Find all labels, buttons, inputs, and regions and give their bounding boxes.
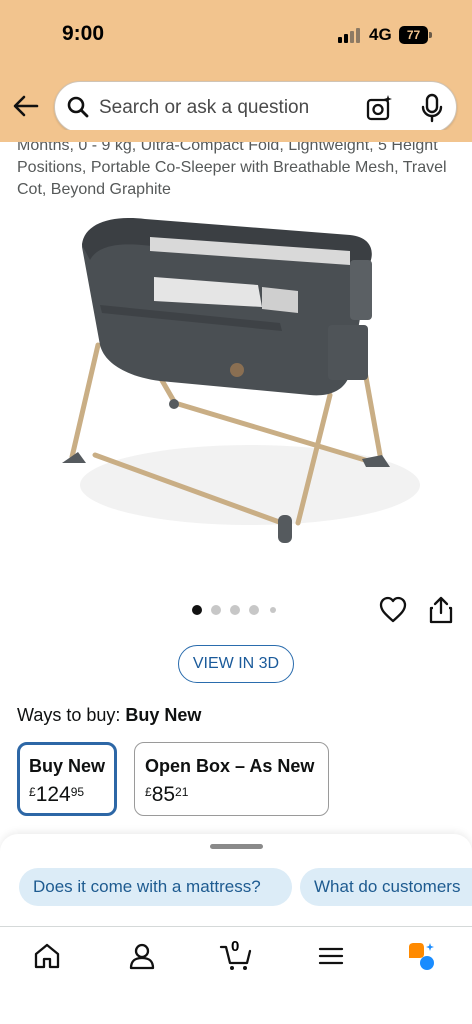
option-name: Buy New [29, 756, 106, 776]
heart-icon[interactable] [379, 596, 407, 624]
status-time: 9:00 [62, 22, 105, 45]
carousel-dot[interactable] [192, 605, 202, 615]
rufus-suggestion-sheet: Does it come with a mattress? What do cu… [0, 834, 472, 926]
suggestion-chip[interactable]: Does it come with a mattress? [19, 868, 292, 906]
header: 9:00 4G 77 Search or ask a question [0, 0, 472, 142]
image-carousel-indicator[interactable] [192, 605, 282, 615]
status-bar: 9:00 4G 77 [0, 0, 472, 70]
carousel-dot[interactable] [211, 605, 221, 615]
signal-icon [338, 27, 364, 43]
carousel-dot[interactable] [230, 605, 240, 615]
option-buy-new[interactable]: Buy New £12495 [17, 742, 117, 816]
product-image[interactable] [50, 205, 422, 550]
ways-to-buy-value: Buy New [125, 705, 202, 725]
cart-count: 0 [231, 938, 240, 955]
home-icon[interactable] [32, 941, 62, 971]
suggestion-chip[interactable]: What do customers [300, 868, 472, 906]
network-type: 4G [369, 25, 392, 44]
rufus-assistant-icon[interactable] [406, 941, 436, 971]
ways-to-buy-label: Ways to buy: [17, 705, 121, 725]
sheet-drag-handle[interactable] [210, 844, 263, 849]
option-name: Open Box – As New [145, 756, 315, 776]
carousel-dot[interactable] [249, 605, 259, 615]
ways-to-buy: Ways to buy: Buy New [17, 705, 201, 726]
menu-icon[interactable] [316, 941, 346, 971]
carousel-dot[interactable] [270, 607, 276, 613]
battery-icon: 77 [399, 26, 432, 44]
account-icon[interactable] [127, 941, 157, 971]
share-icon[interactable] [428, 596, 454, 624]
view-in-3d-button[interactable]: VIEW IN 3D [178, 645, 294, 683]
search-input[interactable]: Search or ask a question [99, 97, 309, 119]
battery-level: 77 [399, 26, 428, 44]
back-arrow-icon[interactable] [12, 92, 40, 120]
search-icon [67, 96, 89, 118]
option-price: £12495 [29, 783, 85, 806]
microphone-icon[interactable] [421, 93, 443, 123]
product-title: Months, 0 - 9 kg, Ultra-Compact Fold, Li… [17, 137, 447, 198]
search-bar[interactable]: Search or ask a question [54, 81, 457, 133]
option-price: £8521 [145, 783, 189, 806]
option-open-box[interactable]: Open Box – As New £8521 [134, 742, 329, 816]
camera-search-icon[interactable] [365, 94, 393, 122]
